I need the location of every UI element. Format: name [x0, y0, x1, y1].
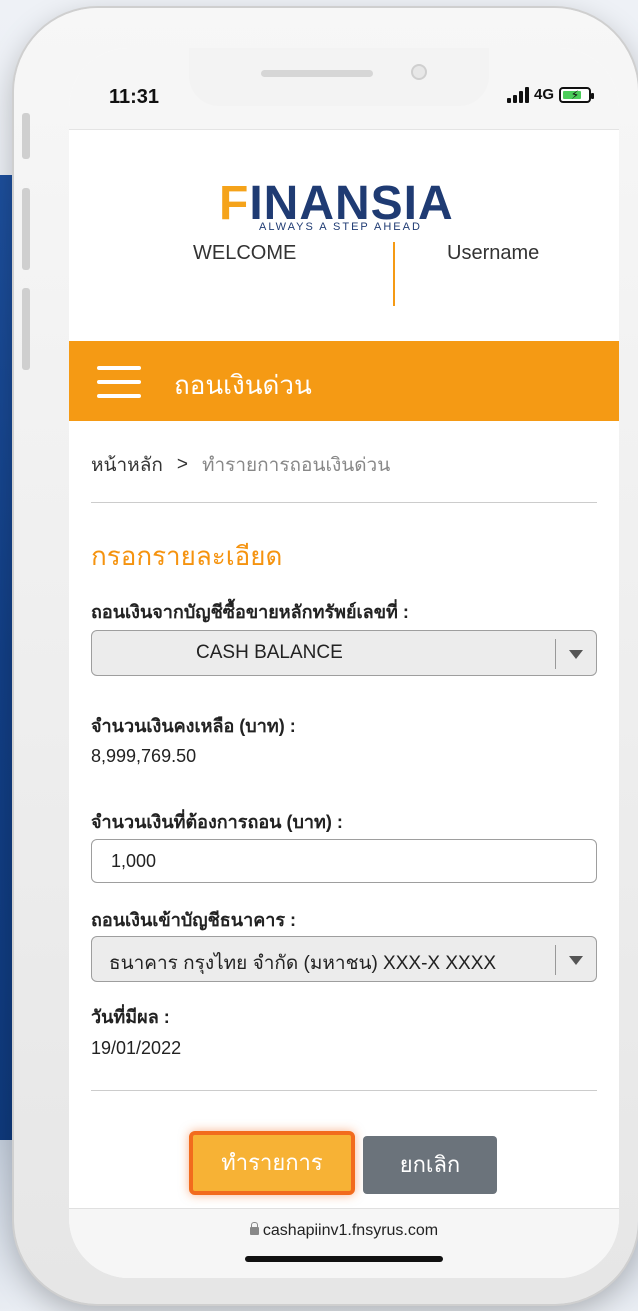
bank-account-label: ถอนเงินเข้าบัญชีธนาคาร :	[91, 910, 297, 930]
battery-icon: ⚡	[559, 86, 594, 103]
status-icons: 4G ⚡	[506, 86, 594, 103]
logo-f-letter: F	[219, 177, 250, 230]
balance-label: จำนวนเงินคงเหลือ (บาท) :	[91, 716, 296, 736]
phone-volume-up	[22, 188, 30, 270]
status-time: 11:31	[109, 86, 160, 108]
phone-silent-switch	[22, 113, 30, 159]
breadcrumb-home-link[interactable]: หน้าหลัก	[91, 450, 163, 480]
home-indicator[interactable]	[245, 1256, 443, 1262]
confirm-button[interactable]: ทำรายการ	[189, 1131, 355, 1195]
phone-volume-down	[22, 288, 30, 370]
front-camera	[411, 64, 427, 80]
lock-icon	[249, 1222, 259, 1235]
speaker-grille	[261, 70, 373, 77]
network-type: 4G	[533, 86, 554, 103]
amount-label: จำนวนเงินที่ต้องการถอน (บาท) :	[91, 812, 343, 832]
breadcrumb-separator-icon: >	[176, 454, 188, 475]
breadcrumb-divider	[91, 502, 597, 503]
from-account-label: ถอนเงินจากบัญชีซื้อขายหลักทรัพย์เลขที่ :	[91, 602, 409, 622]
balance-value: 8,999,769.50	[91, 746, 197, 766]
dropdown-caret-icon	[569, 650, 583, 659]
cancel-button[interactable]: ยกเลิก	[363, 1136, 497, 1194]
phone-frame: 11:31 4G ⚡ FINANSIA ALWAYS A STEP AHEAD …	[14, 8, 638, 1304]
hamburger-menu-icon[interactable]	[97, 366, 141, 398]
from-account-select[interactable]: CASH BALANCE	[91, 630, 597, 676]
bank-account-value: ธนาคาร กรุงไทย จำกัด (มหาชน) XXX-X XXXX	[109, 953, 497, 974]
welcome-text: WELCOME	[193, 242, 297, 264]
breadcrumb-current: ทำรายการถอนเงินด่วน	[201, 455, 391, 476]
nav-bar: ถอนเงินด่วน	[69, 341, 619, 421]
browser-url-bar: cashapiinv1.fnsyrus.com	[69, 1208, 619, 1278]
effective-date-value: 19/01/2022	[91, 1038, 182, 1058]
signal-icon	[506, 86, 529, 103]
page-title: ถอนเงินด่วน	[174, 370, 312, 400]
amount-input[interactable]: 1,000	[91, 839, 597, 883]
phone-notch	[189, 48, 489, 106]
breadcrumb: หน้าหลัก > ทำรายการถอนเงินด่วน	[91, 450, 390, 480]
bank-account-select[interactable]: ธนาคาร กรุงไทย จำกัด (มหาชน) XXX-X XXXX	[91, 936, 597, 982]
dropdown-caret-icon	[569, 956, 583, 965]
url-display[interactable]: cashapiinv1.fnsyrus.com	[69, 1222, 619, 1240]
logo-tagline: ALWAYS A STEP AHEAD	[259, 221, 422, 233]
header-divider	[393, 242, 395, 306]
form-divider	[91, 1090, 597, 1091]
form-section-title: กรอกรายละเอียด	[91, 541, 283, 571]
url-text: cashapiinv1.fnsyrus.com	[262, 1222, 439, 1239]
charging-bolt-icon: ⚡	[570, 87, 580, 102]
phone-screen: 11:31 4G ⚡ FINANSIA ALWAYS A STEP AHEAD …	[69, 48, 619, 1278]
username-text: Username	[447, 242, 540, 264]
effective-date-label: วันที่มีผล :	[91, 1007, 170, 1027]
from-account-value: CASH BALANCE	[196, 642, 343, 663]
